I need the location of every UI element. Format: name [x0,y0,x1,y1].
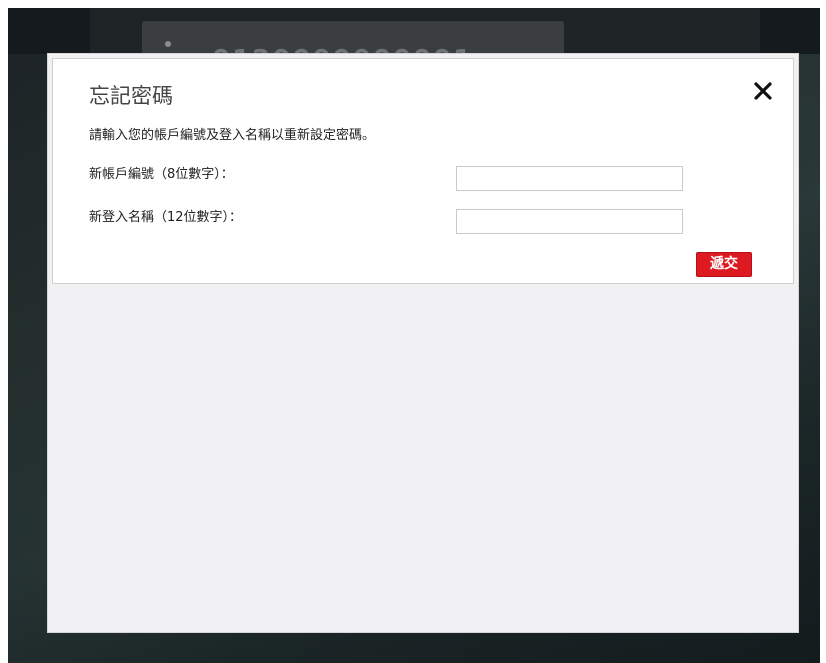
page: 0120000000001 忘記密碼 請輸入您的帳戶編號及登入名稱以重新設定密碼… [0,0,826,663]
dialog-instruction: 請輸入您的帳戶編號及登入名稱以重新設定密碼。 [89,128,376,143]
forgot-password-dialog: 忘記密碼 請輸入您的帳戶編號及登入名稱以重新設定密碼。 新帳戶編號（8位數字）：… [48,54,798,632]
user-icon [165,41,171,47]
account-number-label: 新帳戶編號（8位數字）： [89,167,234,182]
dialog-title: 忘記密碼 [89,84,173,108]
dialog-content-panel: 忘記密碼 請輸入您的帳戶編號及登入名稱以重新設定密碼。 新帳戶編號（8位數字）：… [52,58,794,284]
login-name-label: 新登入名稱（12位數字）： [89,210,243,225]
close-icon [754,82,772,100]
submit-button[interactable]: 遞交 [696,252,752,277]
account-number-input[interactable] [456,166,683,191]
close-button[interactable] [751,79,775,103]
login-name-input[interactable] [456,209,683,234]
